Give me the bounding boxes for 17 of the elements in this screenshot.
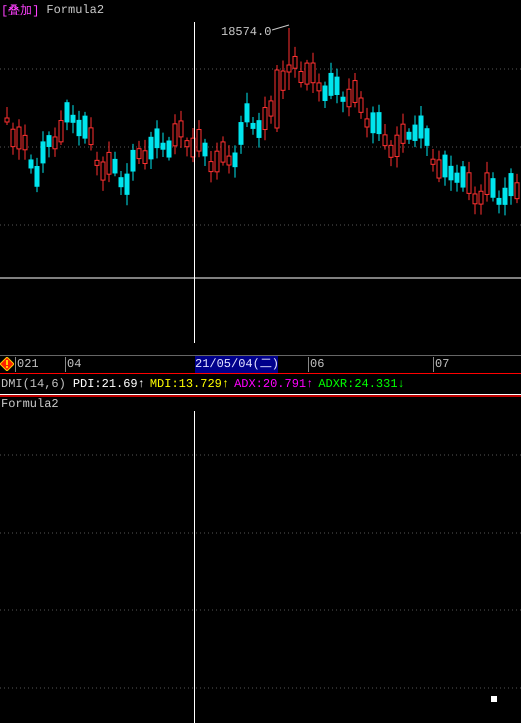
cursor-date-label: 21/05/04(二): [195, 356, 278, 373]
indicator-value: ADXR:24.331↓: [318, 377, 405, 391]
axis-date-label: 04: [65, 357, 82, 372]
overlay-tag[interactable]: [叠加]: [1, 2, 40, 18]
indicator-value: MDI:13.729↑: [150, 377, 230, 391]
leader-line: [272, 24, 290, 30]
axis-date-label: 07: [433, 357, 450, 372]
formula-title: Formula2: [46, 3, 104, 17]
indicator-name: DMI(14,6): [1, 377, 66, 391]
axis-date-label: 021: [15, 357, 39, 372]
warning-diamond-icon: [0, 357, 14, 371]
axis-date-label: 06: [308, 357, 324, 372]
formula-title: Formula2: [0, 397, 59, 411]
indicator-value: PDI:21.69↑: [72, 377, 145, 391]
indicator-value: ADX:20.791↑: [234, 377, 314, 391]
peak-price-label: 18574.0: [221, 25, 272, 39]
marker-square: [491, 696, 497, 702]
